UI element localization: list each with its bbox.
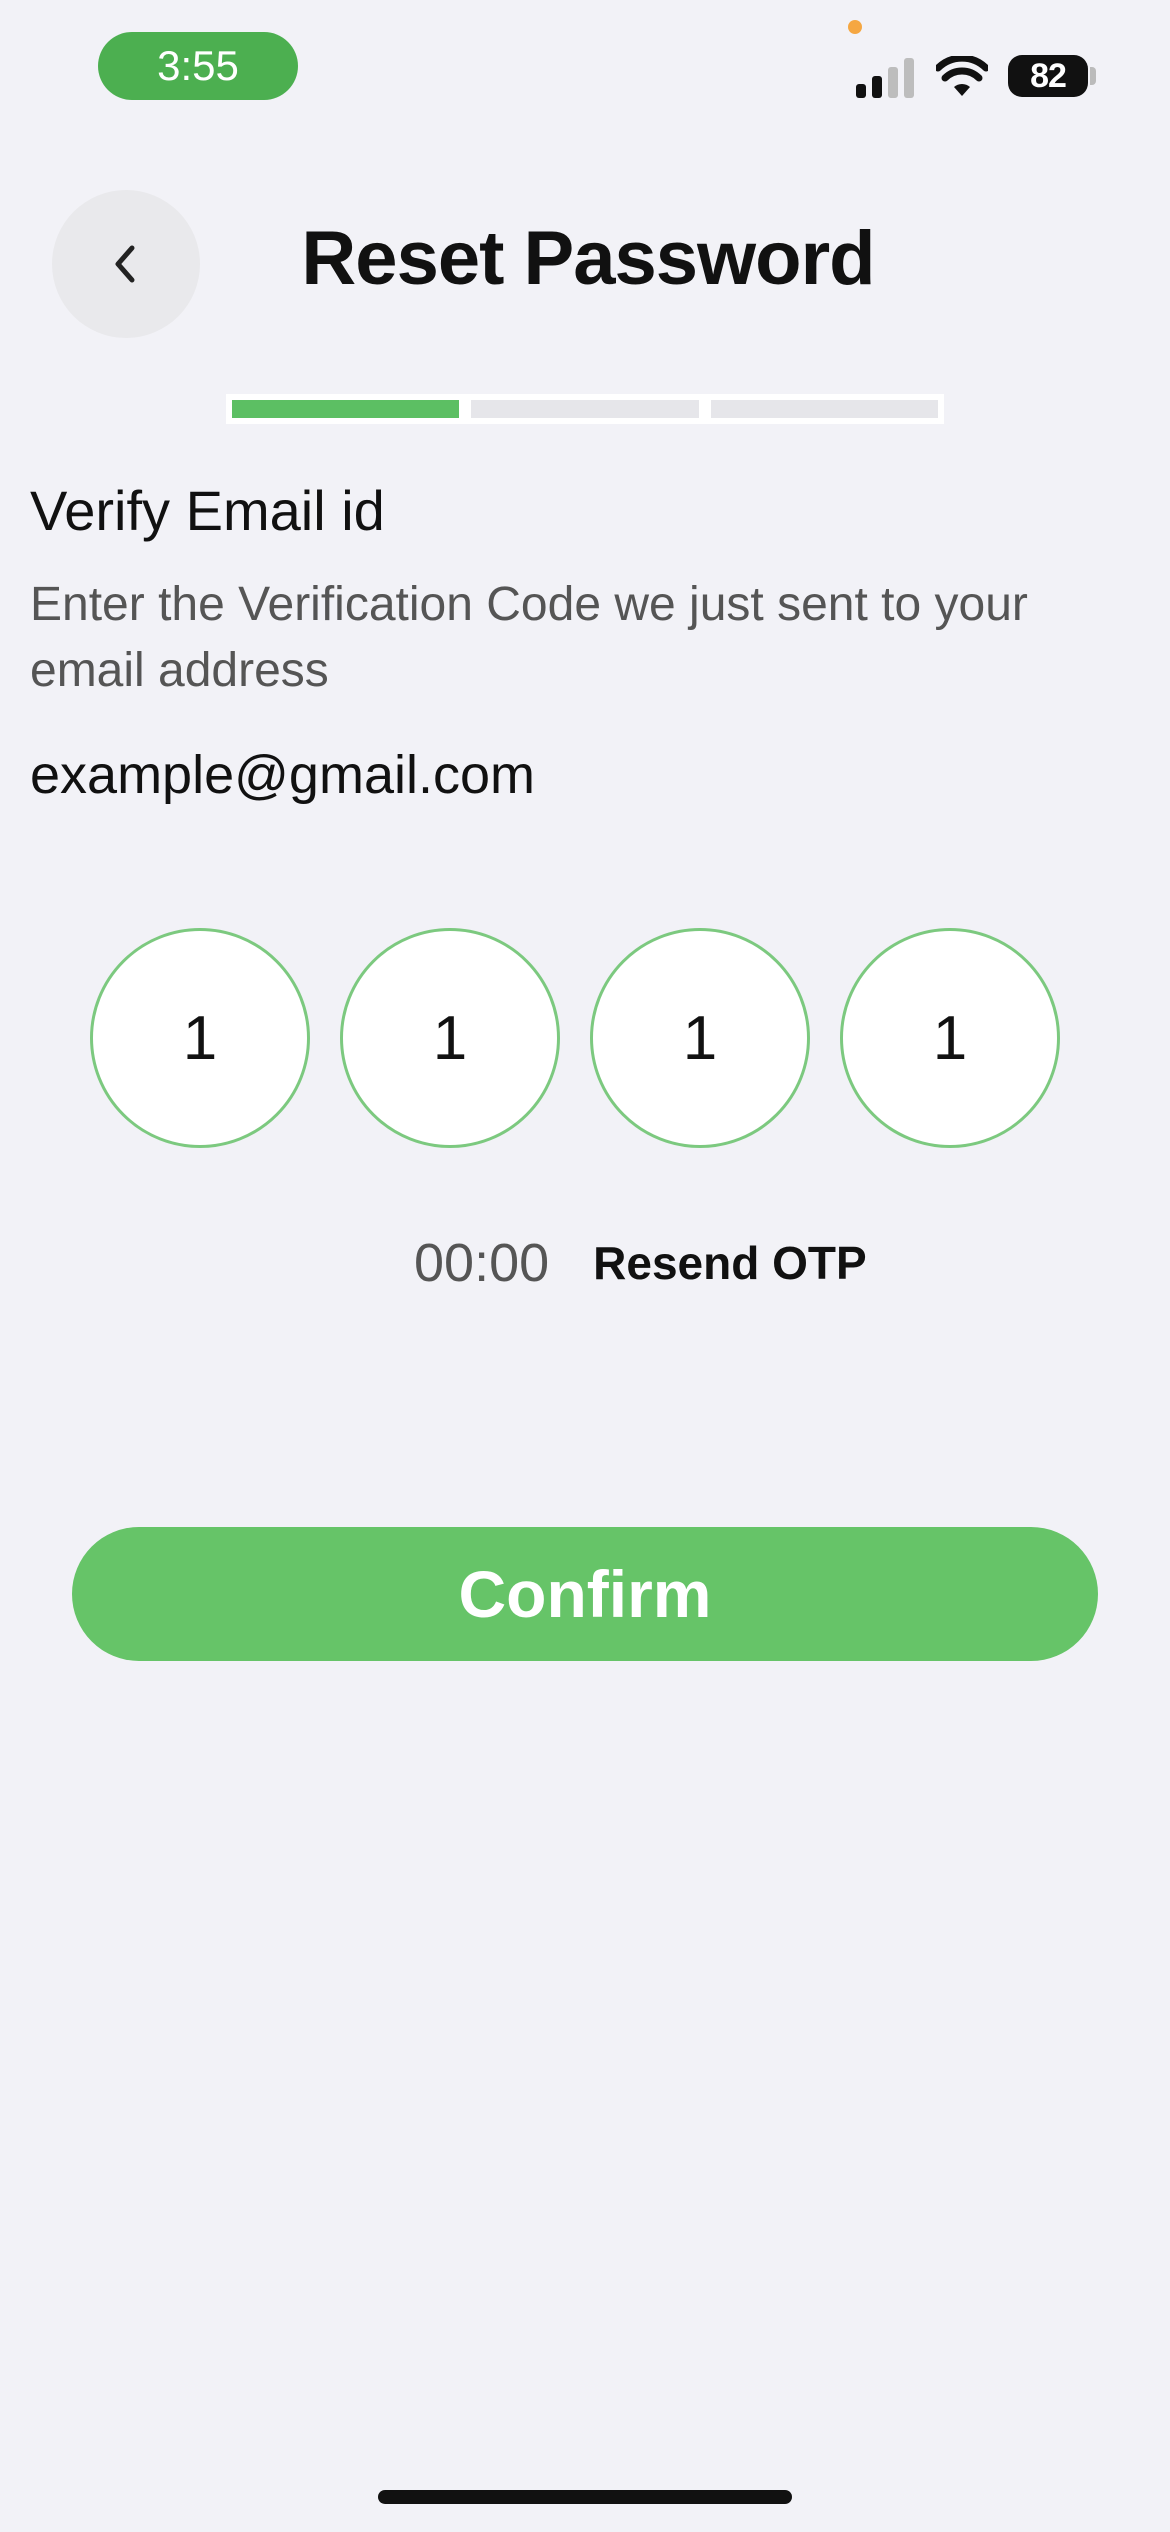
otp-digit-2[interactable]: 1 — [340, 928, 560, 1148]
home-indicator[interactable] — [378, 2490, 792, 2504]
page-title: Reset Password — [301, 216, 875, 301]
progress-step-2 — [471, 400, 699, 418]
section-description: Enter the Verification Code we just sent… — [30, 578, 1028, 697]
email-address: example@gmail.com — [30, 745, 535, 805]
section-title: Verify Email id — [30, 479, 385, 542]
status-time: 3:55 — [98, 32, 298, 100]
otp-digit-3[interactable]: 1 — [590, 928, 810, 1148]
progress-step-3 — [710, 400, 938, 418]
countdown-timer: 00:00 — [414, 1233, 550, 1293]
progress-step-1 — [232, 400, 460, 418]
privacy-indicator-dot — [848, 20, 862, 34]
confirm-button[interactable]: Confirm — [72, 1527, 1098, 1661]
resend-row: 00:00 Resend OTP — [414, 1232, 867, 1294]
step-progress-bar — [226, 394, 944, 424]
battery-indicator: 82 — [1008, 55, 1088, 97]
otp-digit-4[interactable]: 1 — [840, 928, 1060, 1148]
resend-otp-button[interactable]: Resend OTP — [593, 1236, 867, 1290]
wifi-icon — [936, 56, 988, 96]
otp-digit-1[interactable]: 1 — [90, 928, 310, 1148]
battery-cap-icon — [1090, 67, 1096, 85]
otp-input-group: 1 1 1 1 — [90, 928, 1060, 1148]
cellular-signal-icon — [856, 58, 914, 98]
